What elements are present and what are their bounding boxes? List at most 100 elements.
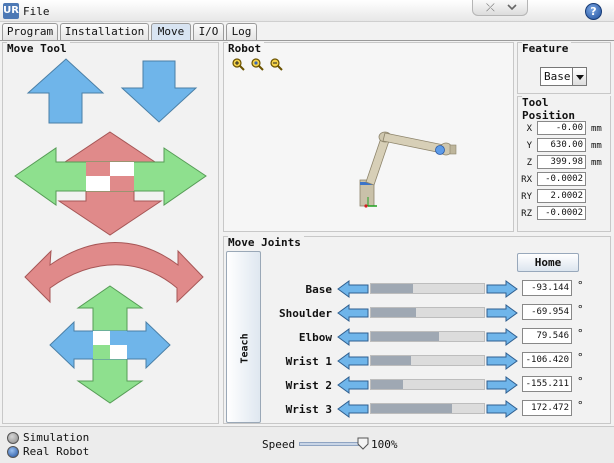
joint-label: Shoulder xyxy=(279,307,332,320)
joint-label: Wrist 2 xyxy=(285,379,332,392)
tool-position-title: Tool Position xyxy=(522,96,610,122)
pos-field-x[interactable]: -0.00 xyxy=(537,121,586,135)
joint-slider-fill xyxy=(371,332,439,341)
dropdown-icon[interactable] xyxy=(572,68,586,85)
joint-unit: ° xyxy=(577,375,584,388)
joint-label: Base xyxy=(305,283,333,296)
pos-label-y: Y xyxy=(526,141,532,151)
tab-divider xyxy=(0,40,614,41)
tab-move[interactable]: Move xyxy=(151,23,191,41)
joint-label: Wrist 3 xyxy=(285,403,332,416)
pos-field-y[interactable]: 630.00 xyxy=(537,138,586,152)
feature-selected-value: Base xyxy=(544,70,571,83)
ur-logo: UR xyxy=(3,3,19,19)
move-tool-arrows xyxy=(14,58,207,404)
pos-label-z: Z xyxy=(526,158,532,168)
joint-unit: ° xyxy=(577,351,584,364)
real-robot-label: Real Robot xyxy=(23,445,90,458)
joint-decrease-arrow-icon[interactable] xyxy=(337,376,369,394)
tab-installation[interactable]: Installation xyxy=(60,23,149,40)
pos-label-rz: RZ xyxy=(521,209,532,219)
move-up-arrow[interactable] xyxy=(26,58,105,124)
joint-decrease-arrow-icon[interactable] xyxy=(337,304,369,322)
move-joints-title: Move Joints xyxy=(228,236,304,249)
joint-slider-fill xyxy=(371,380,403,389)
joint-row-wrist-2: Wrist 2 -155.211 ° xyxy=(224,375,612,395)
pos-unit-z: mm xyxy=(591,158,602,168)
joint-decrease-arrow-icon[interactable] xyxy=(337,400,369,418)
joint-unit: ° xyxy=(577,303,584,316)
joint-slider[interactable] xyxy=(370,283,485,294)
zoom-out-icon[interactable] xyxy=(270,58,283,71)
feature-title: Feature xyxy=(522,42,572,55)
joint-unit: ° xyxy=(577,399,584,412)
pos-label-rx: RX xyxy=(521,175,532,185)
tab-log[interactable]: Log xyxy=(226,23,257,40)
joint-increase-arrow-icon[interactable] xyxy=(486,400,518,418)
joint-slider[interactable] xyxy=(370,403,485,414)
joint-increase-arrow-icon[interactable] xyxy=(486,304,518,322)
robot-3d-model xyxy=(359,131,457,208)
pos-unit-y: mm xyxy=(591,141,602,151)
joint-value-field[interactable]: -69.954 xyxy=(522,304,572,320)
joint-slider-fill xyxy=(371,356,411,365)
pos-field-rz[interactable]: -0.0002 xyxy=(537,206,586,220)
joint-value-field[interactable]: 79.546 xyxy=(522,328,572,344)
joint-increase-arrow-icon[interactable] xyxy=(486,280,518,298)
joint-row-shoulder: Shoulder -69.954 ° xyxy=(224,303,612,323)
robot-title: Robot xyxy=(228,42,265,55)
joint-decrease-arrow-icon[interactable] xyxy=(337,280,369,298)
joint-value-field[interactable]: -93.144 xyxy=(522,280,572,296)
joint-row-base: Base -93.144 ° xyxy=(224,279,612,299)
top-bar: UR File ⤫ ? xyxy=(0,0,614,22)
window-controls[interactable]: ⤫ xyxy=(472,0,528,16)
speed-slider-thumb[interactable] xyxy=(357,437,369,450)
joint-value-field[interactable]: 172.472 xyxy=(522,400,572,416)
joint-unit: ° xyxy=(577,279,584,292)
pos-field-ry[interactable]: 2.0002 xyxy=(537,189,586,203)
pos-field-rx[interactable]: -0.0002 xyxy=(537,172,586,186)
joint-slider[interactable] xyxy=(370,379,485,390)
joint-slider[interactable] xyxy=(370,307,485,318)
chevron-down-icon[interactable] xyxy=(507,2,517,12)
joint-decrease-arrow-icon[interactable] xyxy=(337,352,369,370)
tab-program[interactable]: Program xyxy=(2,23,58,40)
bottom-bar: Simulation Real Robot Speed 100% xyxy=(0,426,614,463)
pos-unit-x: mm xyxy=(591,124,602,134)
tool-position-panel: Tool Position X -0.00 mm Y 630.00 mm Z 3… xyxy=(517,96,611,232)
joint-row-elbow: Elbow 79.546 ° xyxy=(224,327,612,347)
joint-decrease-arrow-icon[interactable] xyxy=(337,328,369,346)
joint-slider[interactable] xyxy=(370,331,485,342)
joint-slider-fill xyxy=(371,404,452,413)
help-button[interactable]: ? xyxy=(585,3,602,20)
simulation-radio[interactable] xyxy=(7,432,19,444)
move-down-arrow[interactable] xyxy=(120,60,198,123)
joint-slider[interactable] xyxy=(370,355,485,366)
joint-slider-fill xyxy=(371,284,413,293)
joint-row-wrist-1: Wrist 1 -106.420 ° xyxy=(224,351,612,371)
joint-label: Elbow xyxy=(298,331,332,344)
joint-unit: ° xyxy=(577,327,584,340)
speed-value: 100% xyxy=(371,438,398,451)
minimize-icon[interactable]: ⤫ xyxy=(486,1,495,15)
pos-field-z[interactable]: 399.98 xyxy=(537,155,586,169)
home-button[interactable]: Home xyxy=(517,253,579,272)
joint-increase-arrow-icon[interactable] xyxy=(486,328,518,346)
joint-increase-arrow-icon[interactable] xyxy=(486,376,518,394)
real-robot-radio[interactable] xyxy=(7,446,19,458)
joint-increase-arrow-icon[interactable] xyxy=(486,352,518,370)
file-menu[interactable]: File xyxy=(23,5,50,18)
joint-label: Wrist 1 xyxy=(285,355,332,368)
joint-value-field[interactable]: -155.211 xyxy=(522,376,572,392)
pos-label-ry: RY xyxy=(521,192,532,202)
zoom-fit-icon[interactable] xyxy=(251,58,264,71)
joint-slider-fill xyxy=(371,308,416,317)
joint-row-wrist-3: Wrist 3 172.472 ° xyxy=(224,399,612,419)
feature-select[interactable]: Base xyxy=(540,67,587,86)
move-joints-panel: Move Joints Teach Home Base -93.144 ° Shoul… xyxy=(223,236,611,424)
simulation-label: Simulation xyxy=(23,431,90,444)
joint-value-field[interactable]: -106.420 xyxy=(522,352,572,368)
robot-view-panel: Robot xyxy=(223,42,514,232)
zoom-in-icon[interactable] xyxy=(232,58,245,71)
tab-io[interactable]: I/O xyxy=(193,23,224,40)
